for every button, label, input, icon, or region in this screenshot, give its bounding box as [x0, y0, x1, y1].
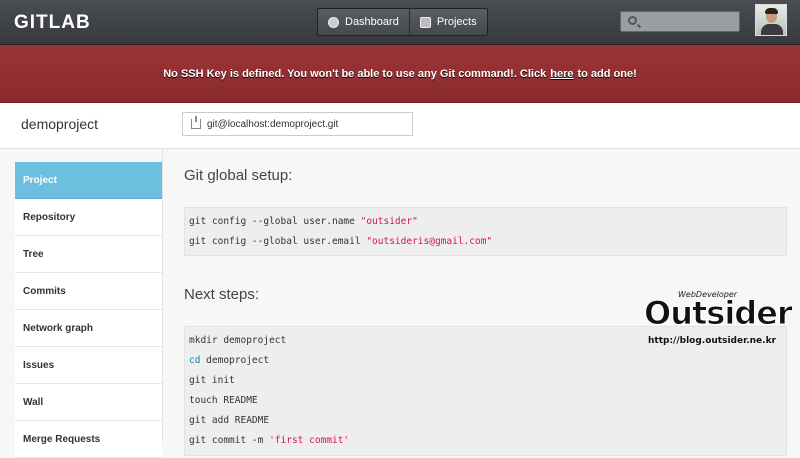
watermark: Outsider WebDeveloper http://blog.outsid… [640, 290, 800, 360]
sidebar-item-commits[interactable]: Commits [15, 273, 162, 310]
clone-url-field[interactable]: git@localhost:demoproject.git [182, 112, 413, 136]
search-input[interactable] [620, 11, 740, 32]
download-icon [191, 116, 201, 129]
watermark-title: Outsider [644, 294, 794, 333]
projects-icon [419, 16, 431, 28]
projects-label: Projects [436, 16, 477, 28]
projects-button[interactable]: Projects [408, 9, 487, 35]
sidebar-item-merge-requests[interactable]: Merge Requests [15, 421, 162, 458]
sidebar-item-tree[interactable]: Tree [15, 236, 162, 273]
code-line: git commit -m [189, 435, 270, 446]
global-setup-code: git config --global user.name "outsider"… [184, 207, 787, 256]
code-line: git config --global user.email [189, 236, 367, 247]
sidebar-item-project[interactable]: Project [15, 162, 162, 199]
code-line: git config --global user.name [189, 216, 361, 227]
code-string: "outsideris@gmail.com" [366, 236, 493, 247]
main-nav: Dashboard Projects [317, 8, 488, 36]
code-line: git init [189, 375, 235, 386]
clone-url-text: git@localhost:demoproject.git [207, 118, 339, 130]
code-line: touch README [189, 395, 258, 406]
project-sidebar: Project Repository Tree Commits Network … [15, 162, 162, 458]
code-line: demoproject [200, 355, 270, 366]
sidebar-item-network-graph[interactable]: Network graph [15, 310, 162, 347]
search-icon [628, 16, 637, 25]
sidebar-item-repository[interactable]: Repository [15, 199, 162, 236]
user-avatar[interactable] [755, 4, 787, 36]
app-logo[interactable]: GITLAB [14, 12, 91, 34]
sidebar-divider [162, 148, 163, 442]
watermark-url: http://blog.outsider.ne.kr [648, 336, 777, 346]
add-ssh-key-link[interactable]: here [550, 68, 573, 80]
ssh-key-warning: No SSH Key is defined. You won't be able… [0, 45, 800, 103]
warning-text-end: to add one! [577, 67, 637, 80]
project-title: demoproject [21, 116, 99, 132]
global-setup-heading: Git global setup: [184, 167, 293, 184]
dashboard-icon [328, 16, 339, 28]
sidebar-item-issues[interactable]: Issues [15, 347, 162, 384]
code-string: "outsider" [360, 216, 418, 227]
top-navbar: GITLAB Dashboard Projects [0, 0, 800, 45]
code-keyword: cd [189, 355, 201, 366]
dashboard-button[interactable]: Dashboard [318, 9, 409, 35]
code-line: git add README [189, 415, 270, 426]
sidebar-item-wall[interactable]: Wall [15, 384, 162, 421]
code-string: 'first commit' [269, 435, 350, 446]
warning-text: No SSH Key is defined. You won't be able… [163, 67, 547, 80]
dashboard-label: Dashboard [345, 16, 399, 28]
next-steps-heading: Next steps: [184, 286, 260, 303]
watermark-subtitle: WebDeveloper [678, 290, 738, 299]
